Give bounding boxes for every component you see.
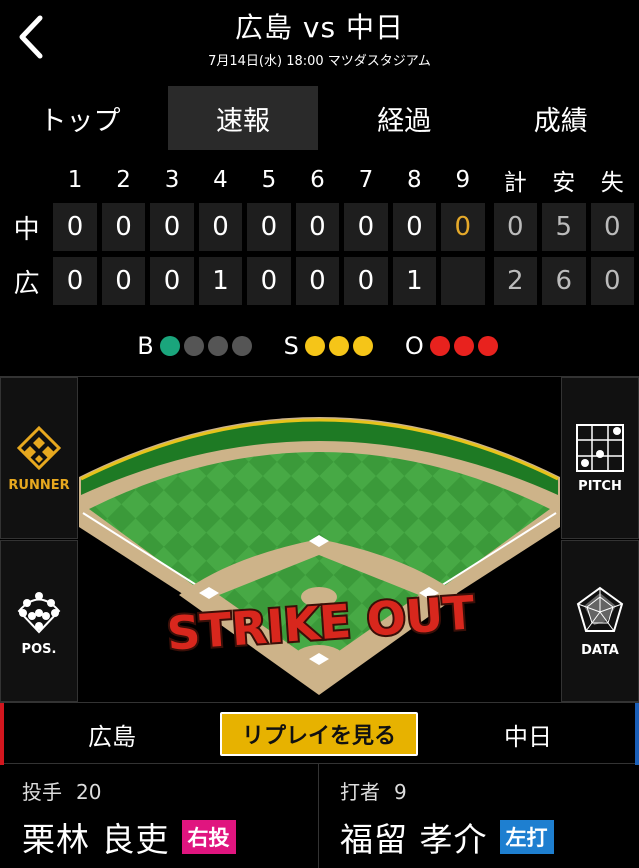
- out-dot: [477, 336, 498, 356]
- total-hits: 6: [542, 257, 586, 305]
- player-panel: 投手 20 栗林 良吏 右投 打者 9 福留 孝介 左打: [0, 764, 639, 868]
- pitch-label: PITCH: [578, 478, 622, 494]
- total-errors: 0: [590, 257, 634, 305]
- baseball-field: STRIKE OUT: [79, 417, 560, 695]
- ball-dot: [159, 336, 180, 356]
- inning-score: 0: [53, 203, 97, 251]
- batter-hand-badge: 左打: [499, 820, 554, 854]
- batter-role: 打者 9: [340, 776, 639, 805]
- batter-card[interactable]: 打者 9 福留 孝介 左打: [320, 764, 639, 868]
- count-indicator: B S O: [0, 330, 639, 362]
- scoreboard: 1 2 3 4 5 6 7 8 9 計 安 失 中 0 0 0 0 0 0 0 …: [0, 160, 639, 308]
- home-team-label[interactable]: 広島: [0, 703, 220, 765]
- position-icon: [17, 591, 61, 633]
- out-dot: [429, 336, 450, 356]
- total-runs: 0: [493, 203, 538, 251]
- strike-dot: [328, 336, 349, 356]
- inning-score: 0: [101, 203, 146, 251]
- scoreboard-row-away: 中 0 0 0 0 0 0 0 0 0 0 5 0: [0, 200, 639, 254]
- inning-score: 0: [392, 203, 437, 251]
- inning-score-empty: [441, 257, 485, 305]
- strike-dot: [352, 336, 373, 356]
- runner-label: RUNNER: [8, 477, 70, 493]
- inning-header: 2: [116, 167, 131, 193]
- batter-role-label: 打者: [340, 780, 380, 804]
- inning-score: 0: [150, 203, 194, 251]
- game-title: 広島 vs 中日: [235, 11, 404, 44]
- inning-header: 1: [67, 167, 83, 193]
- pitcher-hand-badge: 右投: [181, 820, 236, 854]
- position-label: POS.: [21, 641, 57, 657]
- inning-header: 5: [261, 167, 277, 193]
- inning-header: 9: [455, 167, 471, 193]
- replay-bar: 広島 リプレイを見る 中日: [0, 702, 639, 765]
- scoreboard-row-home: 広 0 0 0 1 0 0 0 1 2 6 0: [0, 254, 639, 308]
- pitch-button[interactable]: PITCH: [561, 377, 639, 539]
- batter-number: 9: [394, 780, 407, 804]
- tab-bar: トップ 速報 経過 成績: [0, 86, 639, 150]
- balls-label: B: [137, 332, 154, 360]
- inning-score: 0: [150, 257, 194, 305]
- inning-score: 0: [247, 257, 291, 305]
- pitcher-name: 栗林 良吏: [22, 820, 170, 859]
- runs-header: 計: [503, 170, 527, 196]
- inning-score: 0: [198, 203, 243, 251]
- inning-header: 8: [407, 167, 422, 193]
- field-area: RUNNER POS. PITCH DATA STRIKE OUT: [0, 376, 639, 702]
- out-dot: [453, 336, 474, 356]
- pitcher-card[interactable]: 投手 20 栗林 良吏 右投: [0, 764, 319, 868]
- scoreboard-header-row: 1 2 3 4 5 6 7 8 9 計 安 失: [0, 160, 639, 200]
- inning-score: 0: [101, 257, 146, 305]
- pitcher-number: 20: [76, 780, 102, 804]
- runner-diamond-icon: [16, 425, 62, 470]
- inning-score: 1: [392, 257, 437, 305]
- tab-top[interactable]: トップ: [0, 86, 160, 150]
- pitch-grid-icon: [576, 423, 624, 472]
- inning-header: 4: [213, 167, 228, 193]
- game-subtitle: 7月14日(水) 18:00 マツダスタジアム: [208, 54, 431, 69]
- inning-header: 3: [164, 167, 180, 193]
- inning-score-current: 0: [441, 203, 485, 251]
- inning-header: 7: [358, 167, 374, 193]
- balls-group: B: [137, 332, 255, 360]
- replay-button[interactable]: リプレイを見る: [220, 712, 418, 756]
- ball-dot: [207, 336, 228, 356]
- data-label: DATA: [581, 642, 619, 658]
- total-errors: 0: [590, 203, 634, 251]
- total-runs: 2: [493, 257, 538, 305]
- outs-label: O: [404, 332, 424, 360]
- inning-score: 0: [295, 257, 340, 305]
- radar-chart-icon: [576, 586, 624, 632]
- inning-header: 6: [310, 167, 325, 193]
- inning-score: 0: [344, 203, 388, 251]
- errors-header: 失: [600, 170, 624, 196]
- data-button[interactable]: DATA: [561, 540, 639, 702]
- ball-dot: [231, 336, 252, 356]
- pitcher-role: 投手 20: [22, 776, 318, 805]
- batter-name: 福留 孝介: [340, 820, 488, 859]
- hits-header: 安: [552, 170, 576, 196]
- away-team-label[interactable]: 中日: [421, 703, 639, 765]
- inning-score: 0: [53, 257, 97, 305]
- inning-score: 1: [198, 257, 243, 305]
- total-hits: 5: [542, 203, 586, 251]
- ball-dot: [183, 336, 204, 356]
- tab-live[interactable]: 速報: [168, 86, 318, 150]
- inning-score: 0: [295, 203, 340, 251]
- header: 広島 vs 中日 7月14日(水) 18:00 マツダスタジアム: [0, 0, 639, 80]
- runner-button[interactable]: RUNNER: [0, 377, 78, 539]
- team-abbr: 中: [13, 214, 40, 245]
- outs-group: O: [405, 332, 502, 360]
- tab-progress[interactable]: 経過: [326, 86, 483, 150]
- strikes-label: S: [283, 332, 299, 360]
- inning-score: 0: [344, 257, 388, 305]
- inning-score: 0: [247, 203, 291, 251]
- strike-dot: [304, 336, 325, 356]
- position-button[interactable]: POS.: [0, 540, 78, 702]
- tab-stats[interactable]: 成績: [483, 86, 639, 150]
- team-abbr: 広: [13, 268, 40, 299]
- pitcher-role-label: 投手: [22, 780, 62, 804]
- strikes-group: S: [284, 332, 377, 360]
